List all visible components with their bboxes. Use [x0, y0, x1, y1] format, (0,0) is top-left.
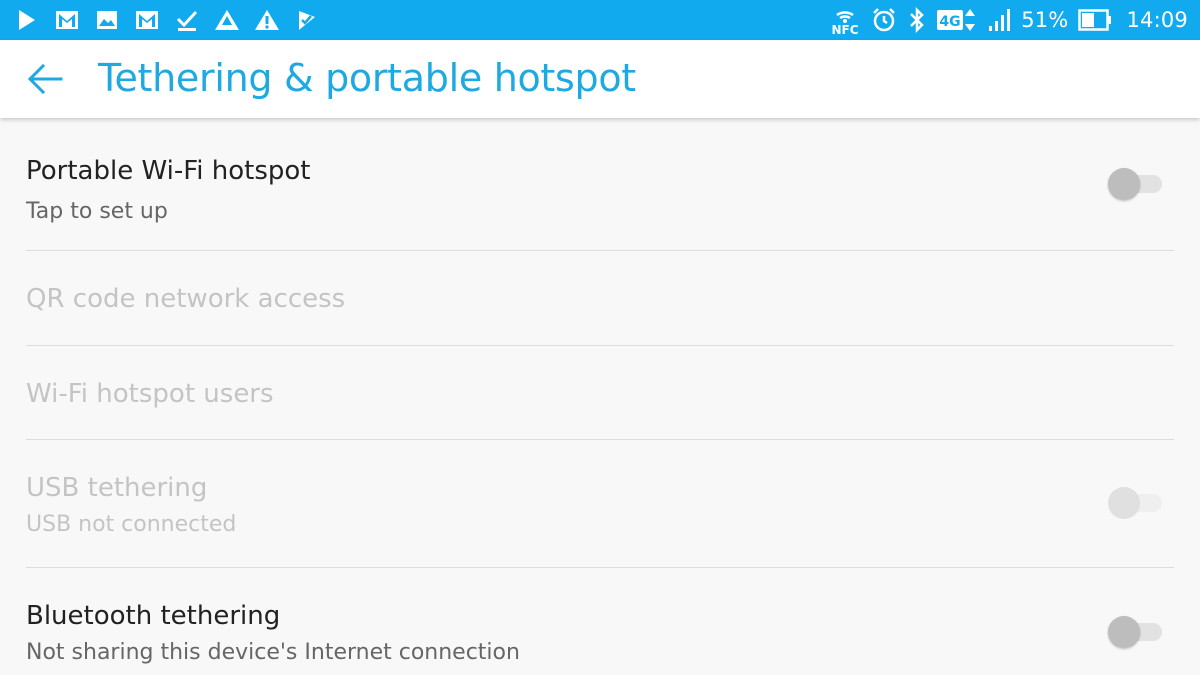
- back-button[interactable]: [22, 58, 68, 100]
- usb-tethering-switch[interactable]: [1108, 487, 1164, 519]
- check-arrow-icon: [292, 6, 322, 34]
- switch-thumb: [1108, 487, 1140, 519]
- battery-icon: [1078, 6, 1112, 34]
- svg-text:NFC: NFC: [832, 23, 859, 35]
- setting-subtitle: Not sharing this device's Internet conne…: [26, 640, 520, 665]
- network-4g-icon: 4G: [937, 6, 977, 34]
- bluetooth-icon: [907, 6, 927, 34]
- setting-qr-code-network-access[interactable]: QR code network access: [26, 251, 1174, 346]
- arrow-back-icon: [27, 63, 63, 95]
- setting-title: USB tethering: [26, 473, 208, 503]
- clock: 14:09: [1126, 8, 1188, 32]
- switch-thumb: [1108, 616, 1140, 648]
- drive-warning-icon: [212, 6, 242, 34]
- settings-list: Portable Wi-Fi hotspot Tap to set up QR …: [26, 120, 1174, 675]
- setting-wifi-hotspot-users[interactable]: Wi-Fi hotspot users: [26, 346, 1174, 440]
- check-icon: [172, 6, 202, 34]
- notification-icons: [12, 0, 322, 40]
- bluetooth-tethering-switch[interactable]: [1108, 616, 1164, 648]
- gmail-icon: [52, 6, 82, 34]
- setting-title: Wi-Fi hotspot users: [26, 379, 274, 409]
- warning-icon: [252, 6, 282, 34]
- setting-bluetooth-tethering[interactable]: Bluetooth tethering Not sharing this dev…: [26, 568, 1174, 675]
- alarm-icon: [871, 6, 897, 34]
- svg-text:4G: 4G: [940, 14, 961, 30]
- play-store-icon: [12, 6, 42, 34]
- system-icons: NFC 4G 51% 14:09: [829, 0, 1188, 40]
- setting-title: Bluetooth tethering: [26, 601, 281, 631]
- setting-usb-tethering[interactable]: USB tethering USB not connected: [26, 440, 1174, 568]
- signal-icon: [987, 6, 1011, 34]
- setting-title: QR code network access: [26, 284, 346, 314]
- app-bar: Tethering & portable hotspot: [0, 40, 1200, 118]
- nfc-icon: NFC: [829, 6, 861, 35]
- setting-subtitle: Tap to set up: [26, 199, 168, 224]
- page-title: Tethering & portable hotspot: [98, 56, 636, 100]
- gmail-icon: [132, 6, 162, 34]
- wifi-hotspot-switch[interactable]: [1108, 168, 1164, 200]
- setting-portable-wifi-hotspot[interactable]: Portable Wi-Fi hotspot Tap to set up: [26, 120, 1174, 251]
- switch-thumb: [1108, 168, 1140, 200]
- setting-subtitle: USB not connected: [26, 512, 237, 537]
- battery-percent: 51%: [1021, 8, 1069, 32]
- image-icon: [92, 6, 122, 34]
- status-bar: NFC 4G 51% 14:09: [0, 0, 1200, 40]
- setting-title: Portable Wi-Fi hotspot: [26, 156, 311, 186]
